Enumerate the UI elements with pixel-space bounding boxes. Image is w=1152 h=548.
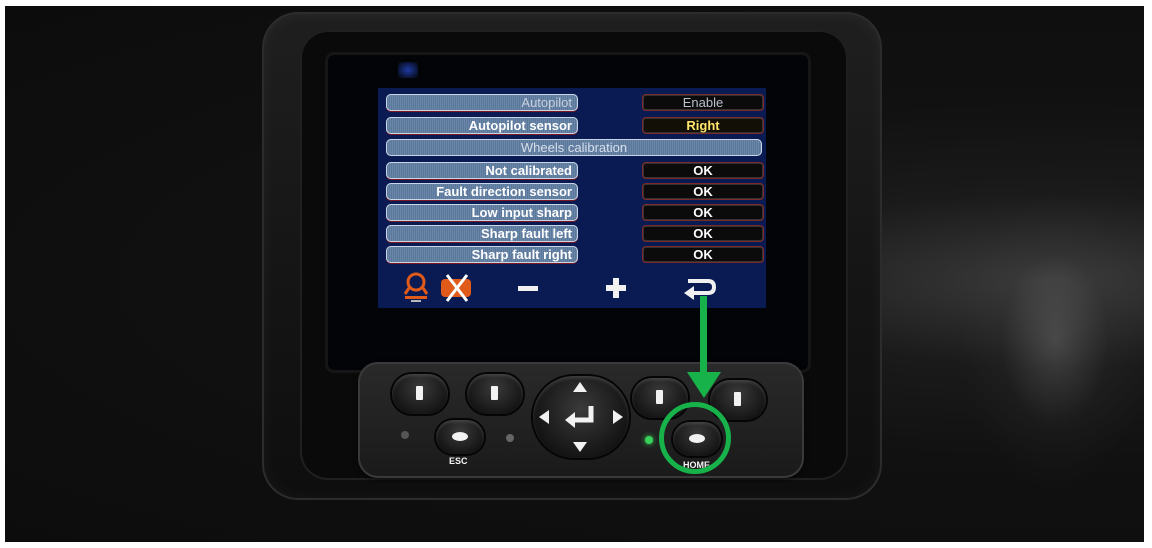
- arrow-down-icon[interactable]: [573, 442, 587, 452]
- annotation-arrow-head: [687, 372, 721, 398]
- row-label: Autopilot sensor: [386, 117, 578, 134]
- row-value[interactable]: OK: [642, 225, 764, 242]
- section-header: Wheels calibration: [386, 139, 762, 156]
- key-mark: [734, 392, 741, 406]
- annotation-arrow: [700, 296, 707, 376]
- photo-edge: [0, 542, 1152, 548]
- softkey-button-1[interactable]: [392, 374, 448, 414]
- row-sharp-fault-right[interactable]: Sharp fault right OK: [386, 246, 766, 265]
- navigation-pad[interactable]: [533, 376, 629, 458]
- status-led: [506, 434, 514, 442]
- row-value[interactable]: Right: [642, 117, 764, 134]
- row-autopilot-sensor[interactable]: Autopilot sensor Right: [386, 117, 766, 136]
- row-value[interactable]: OK: [642, 246, 764, 263]
- row-value[interactable]: OK: [642, 204, 764, 221]
- arrow-up-icon[interactable]: [573, 382, 587, 392]
- key-mark: [491, 386, 498, 400]
- arrow-right-icon[interactable]: [613, 410, 623, 424]
- disable-x-icon[interactable]: [436, 268, 476, 308]
- row-value[interactable]: Enable: [642, 94, 764, 111]
- plus-icon[interactable]: [596, 268, 636, 308]
- arrow-left-icon[interactable]: [539, 410, 549, 424]
- enter-icon[interactable]: [563, 404, 599, 430]
- steering-icon[interactable]: [396, 268, 436, 308]
- status-led-green: [645, 436, 653, 444]
- softkey-button-2[interactable]: [467, 374, 523, 414]
- row-sharp-fault-left[interactable]: Sharp fault left OK: [386, 225, 766, 244]
- row-autopilot[interactable]: Autopilot Enable: [386, 94, 766, 113]
- photo-edge: [0, 0, 5, 548]
- glare: [960, 190, 1150, 490]
- photo-edge: [0, 0, 1152, 6]
- row-low-input-sharp[interactable]: Low input sharp OK: [386, 204, 766, 223]
- softkey-bar: [378, 268, 766, 308]
- row-not-calibrated[interactable]: Not calibrated OK: [386, 162, 766, 181]
- lcd-screen: Autopilot Enable Autopilot sensor Right …: [378, 88, 766, 308]
- esc-button[interactable]: [436, 420, 484, 454]
- row-value[interactable]: OK: [642, 183, 764, 200]
- key-mark: [656, 390, 663, 404]
- key-mark: [452, 432, 468, 441]
- row-label: Low input sharp: [386, 204, 578, 221]
- row-value[interactable]: OK: [642, 162, 764, 179]
- minus-icon[interactable]: [508, 268, 548, 308]
- photo-edge: [1144, 0, 1152, 548]
- row-label: Not calibrated: [386, 162, 578, 179]
- row-label: Autopilot: [386, 94, 578, 111]
- screen-glint: [398, 62, 418, 78]
- photo-background: Autopilot Enable Autopilot sensor Right …: [0, 0, 1152, 548]
- row-label: Sharp fault left: [386, 225, 578, 242]
- row-label: Sharp fault right: [386, 246, 578, 263]
- row-label: Fault direction sensor: [386, 183, 578, 200]
- annotation-circle: [659, 402, 731, 474]
- key-mark: [416, 386, 423, 400]
- esc-label: ESC: [449, 456, 468, 466]
- row-fault-direction-sensor[interactable]: Fault direction sensor OK: [386, 183, 766, 202]
- status-led: [401, 431, 409, 439]
